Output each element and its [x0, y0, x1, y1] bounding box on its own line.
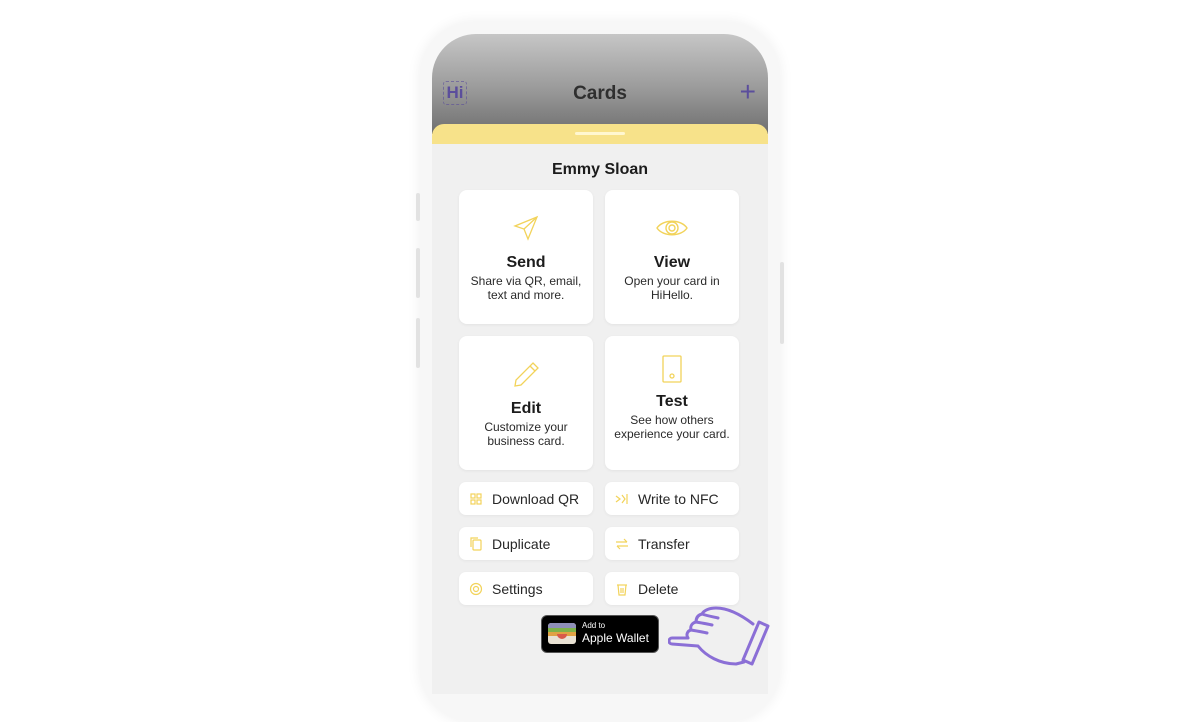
action-label: Duplicate [492, 535, 551, 552]
send-icon [513, 215, 539, 241]
wallet-label: Apple Wallet [582, 631, 649, 645]
phone-side-button [780, 262, 784, 344]
plus-icon[interactable]: + [740, 78, 756, 106]
tile-title: View [653, 254, 691, 271]
action-label: Settings [492, 580, 543, 597]
settings-button[interactable]: Settings [459, 572, 593, 605]
duplicate-button[interactable]: Duplicate [459, 527, 593, 560]
phone-side-button [416, 248, 420, 298]
tile-description: Share via QR, email, text and more. [470, 274, 582, 302]
write-to-nfc-button[interactable]: Write to NFC [605, 482, 739, 515]
tile-description: See how others experience your card. [614, 413, 730, 441]
action-label: Delete [638, 580, 679, 597]
wallet-label-small: Add to [582, 621, 606, 630]
app-screen: Hi Cards + Emmy Sloan Send Share via QR,… [432, 34, 768, 694]
phone-icon [662, 355, 682, 383]
action-label: Write to NFC [638, 490, 719, 507]
tile-title: Test [656, 393, 688, 410]
phone-side-button [416, 193, 420, 221]
app-header: Hi Cards + [432, 34, 768, 134]
test-tile[interactable]: Test See how others experience your card… [605, 336, 739, 470]
pencil-icon [514, 362, 539, 387]
duplicate-icon [469, 536, 483, 551]
pointing-hand-icon [668, 606, 770, 666]
eye-icon [656, 220, 688, 236]
qr-icon [469, 492, 483, 506]
delete-button[interactable]: Delete [605, 572, 739, 605]
tile-title: Edit [510, 400, 542, 417]
transfer-icon [615, 537, 629, 551]
view-tile[interactable]: View Open your card in HiHello. [605, 190, 739, 324]
wallet-icon [548, 623, 576, 644]
transfer-button[interactable]: Transfer [605, 527, 739, 560]
trash-icon [615, 582, 629, 596]
send-tile[interactable]: Send Share via QR, email, text and more. [459, 190, 593, 324]
tile-description: Customize your business card. [484, 420, 568, 448]
tile-description: Open your card in HiHello. [624, 274, 720, 302]
add-to-apple-wallet-button[interactable]: Add to Apple Wallet [541, 615, 659, 653]
phone-side-button [416, 318, 420, 368]
edit-tile[interactable]: Edit Customize your business card. [459, 336, 593, 470]
download-qr-button[interactable]: Download QR [459, 482, 593, 515]
action-label: Transfer [638, 535, 690, 552]
drag-handle[interactable] [575, 132, 625, 135]
card-owner-name: Emmy Sloan [551, 161, 649, 178]
gear-icon [469, 582, 483, 596]
page-title: Cards [573, 83, 627, 104]
nfc-icon [615, 492, 629, 506]
action-label: Download QR [492, 490, 580, 507]
tile-title: Send [506, 254, 546, 271]
